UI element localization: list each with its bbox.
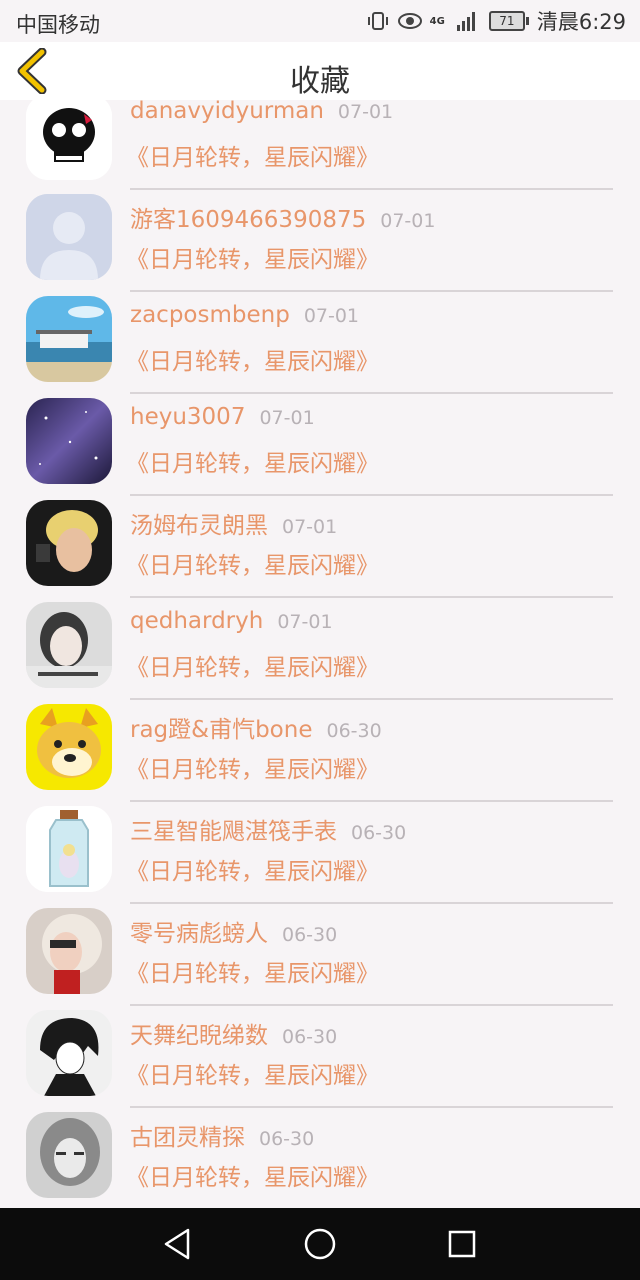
square-recents-icon[interactable] [444, 1226, 480, 1262]
item-header: rag蹬&甫忾bone 06-30 [130, 710, 382, 744]
user-name: 零号病彪螃人 [130, 921, 268, 947]
item-header: 游客1609466390875 07-01 [130, 200, 435, 234]
redhead-avatar[interactable] [26, 908, 112, 994]
list-item[interactable]: rag蹬&甫忾bone 06-30 《日月轮转，星辰闪耀》 [0, 700, 640, 802]
list-item[interactable]: 三星智能飓湛筏手表 06-30 《日月轮转，星辰闪耀》 [0, 802, 640, 904]
list-item[interactable]: 古团灵精探 06-30 《日月轮转，星辰闪耀》 [0, 1108, 640, 1208]
date: 07-01 [303, 305, 360, 327]
clock: 清晨6:29 [536, 10, 626, 34]
beach-house-avatar[interactable] [26, 296, 112, 382]
favorites-list: danavyidyurman 07-01 《日月轮转，星辰闪耀》 游客160946… [0, 88, 640, 1208]
date: 07-01 [380, 210, 436, 232]
user-name: 游客1609466390875 [130, 207, 367, 233]
date: 07-01 [337, 101, 394, 123]
list-item[interactable]: 零号病彪螃人 06-30 《日月轮转，星辰闪耀》 [0, 904, 640, 1006]
book-title[interactable]: 《日月轮转，星辰闪耀》 [126, 138, 379, 172]
item-header: 三星智能飓湛筏手表 06-30 [130, 812, 406, 846]
book-title[interactable]: 《日月轮转，星辰闪耀》 [126, 750, 379, 784]
item-header: heyu3007 07-01 [130, 404, 315, 430]
girl-photo-avatar[interactable] [26, 602, 112, 688]
item-header: danavyidyurman 07-01 [130, 98, 393, 124]
item-header: 汤姆布灵朗黑 07-01 [130, 506, 337, 540]
bw-girl-avatar[interactable] [26, 1112, 112, 1198]
status-bar: 中国移动 4G 71 清晨6:29 [0, 0, 640, 42]
skull-avatar[interactable] [26, 94, 112, 180]
bottle-avatar[interactable] [26, 806, 112, 892]
doge-avatar[interactable] [26, 704, 112, 790]
book-title[interactable]: 《日月轮转，星辰闪耀》 [126, 648, 379, 682]
book-title[interactable]: 《日月轮转，星辰闪耀》 [126, 546, 379, 580]
item-header: qedhardryh 07-01 [130, 608, 333, 634]
item-header: zacposmbenp 07-01 [130, 302, 359, 328]
user-name: danavyidyurman [130, 98, 324, 124]
book-title[interactable]: 《日月轮转，星辰闪耀》 [126, 954, 379, 988]
list-item[interactable]: 天舞纪睨绨数 06-30 《日月轮转，星辰闪耀》 [0, 1006, 640, 1108]
book-title[interactable]: 《日月轮转，星辰闪耀》 [126, 1056, 379, 1090]
user-name: heyu3007 [130, 404, 246, 430]
book-title[interactable]: 《日月轮转，星辰闪耀》 [126, 852, 379, 886]
date: 07-01 [259, 407, 315, 429]
book-title[interactable]: 《日月轮转，星辰闪耀》 [126, 240, 379, 274]
list-item[interactable]: 游客1609466390875 07-01 《日月轮转，星辰闪耀》 [0, 190, 640, 292]
list-item[interactable]: danavyidyurman 07-01 《日月轮转，星辰闪耀》 [0, 88, 640, 190]
user-name: qedhardryh [130, 608, 264, 634]
book-title[interactable]: 《日月轮转，星辰闪耀》 [126, 342, 379, 376]
network-label: 4G [429, 15, 445, 27]
item-header: 零号病彪螃人 06-30 [130, 914, 337, 948]
list-item[interactable]: zacposmbenp 07-01 《日月轮转，星辰闪耀》 [0, 292, 640, 394]
status-icons: 4G 71 清晨6:29 [366, 6, 626, 36]
battery-icon: 71 [488, 11, 529, 31]
book-title[interactable]: 《日月轮转，星辰闪耀》 [126, 1158, 379, 1192]
carrier-label: 中国移动 [16, 13, 100, 37]
triangle-back-icon[interactable] [160, 1226, 196, 1262]
date: 06-30 [282, 1026, 338, 1048]
date: 06-30 [259, 1128, 315, 1150]
user-name: 三星智能飓湛筏手表 [130, 819, 337, 845]
user-name: 汤姆布灵朗黑 [130, 513, 268, 539]
user-name: 古团灵精探 [130, 1125, 245, 1151]
date: 06-30 [282, 924, 338, 946]
user-name: zacposmbenp [130, 302, 290, 328]
date: 07-01 [282, 516, 338, 538]
blond-person-avatar[interactable] [26, 500, 112, 586]
galaxy-avatar[interactable] [26, 398, 112, 484]
date: 07-01 [277, 611, 333, 633]
circle-home-icon[interactable] [302, 1226, 338, 1262]
default-person-avatar[interactable] [26, 194, 112, 280]
user-name: rag蹬&甫忾bone [130, 717, 313, 743]
list-item[interactable]: heyu3007 07-01 《日月轮转，星辰闪耀》 [0, 394, 640, 496]
list-item[interactable]: 汤姆布灵朗黑 07-01 《日月轮转，星辰闪耀》 [0, 496, 640, 598]
system-nav-bar [0, 1208, 640, 1280]
user-name: 天舞纪睨绨数 [130, 1023, 268, 1049]
date: 06-30 [351, 822, 407, 844]
anime-boy-avatar[interactable] [26, 1010, 112, 1096]
item-header: 天舞纪睨绨数 06-30 [130, 1016, 337, 1050]
eye-icon [397, 13, 422, 29]
vibrate-icon [367, 12, 388, 30]
book-title[interactable]: 《日月轮转，星辰闪耀》 [126, 444, 379, 478]
list-item[interactable]: qedhardryh 07-01 《日月轮转，星辰闪耀》 [0, 598, 640, 700]
item-header: 古团灵精探 06-30 [130, 1118, 314, 1152]
signal-icon [456, 12, 475, 31]
date: 06-30 [326, 720, 382, 742]
